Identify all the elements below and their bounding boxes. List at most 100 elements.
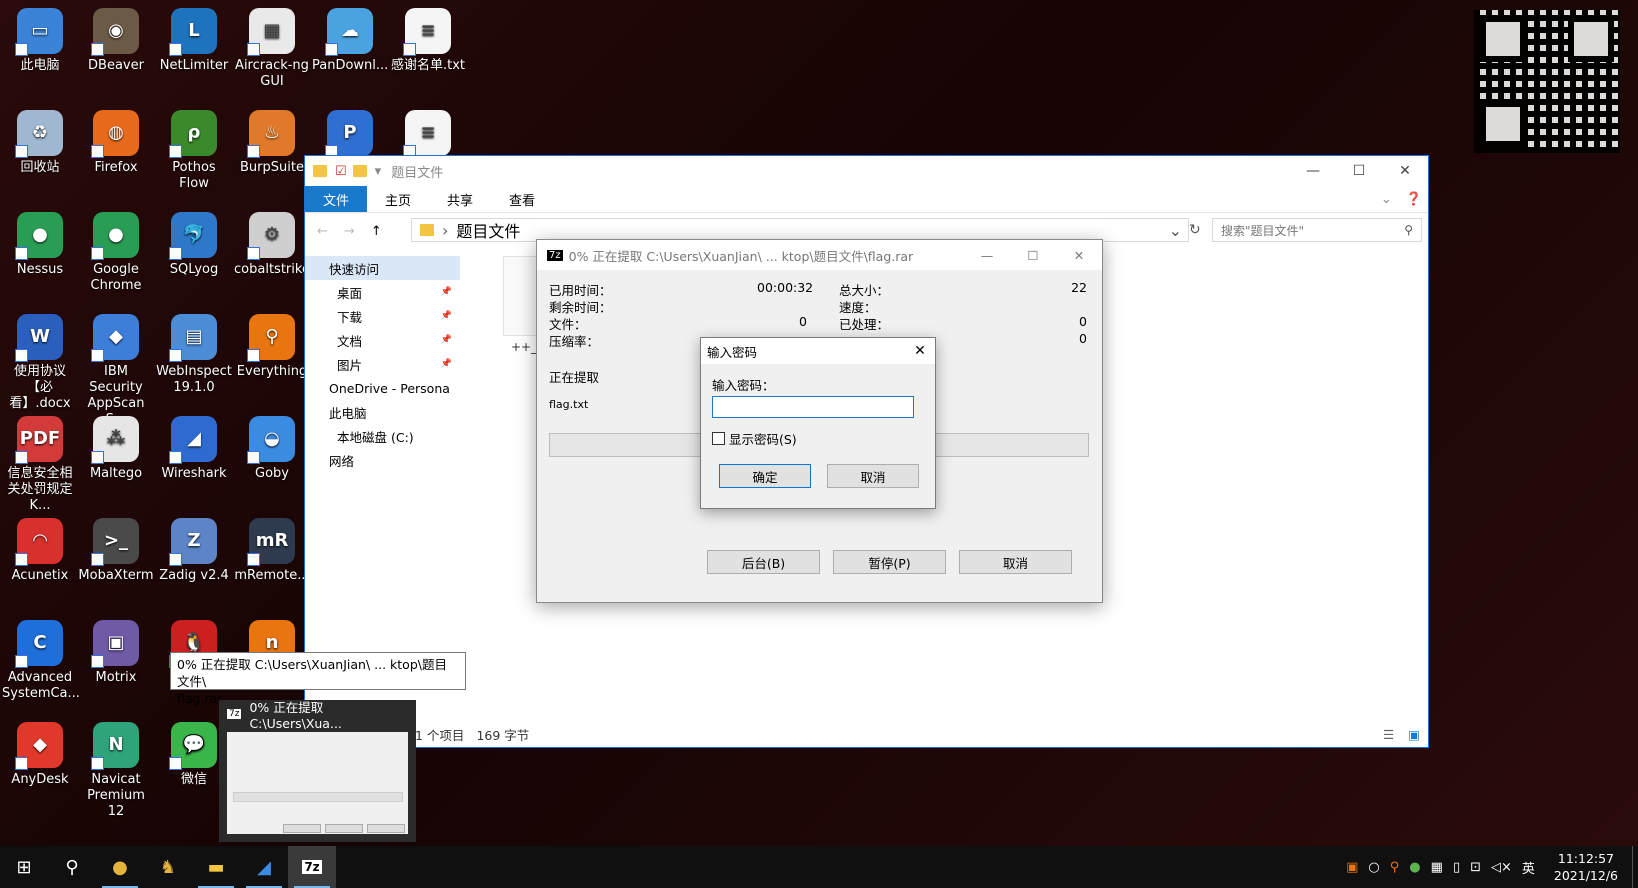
navigation-pane: 快速访问 桌面 📌 下载 📌 文档 📌 图片 📌 OneDrive - Persona 此电脑 本地磁… [305,256,460,472]
tab-home[interactable]: 主页 [367,186,429,212]
desktop-icon[interactable]: 🐬 SQLyog [156,212,232,278]
new-folder-icon[interactable] [352,165,367,177]
wireshark-taskbar-icon[interactable]: ◢ [240,846,288,888]
nav-item[interactable]: 图片 📌 [305,352,460,376]
usb-tray-icon[interactable]: ▯ [1453,860,1460,875]
app-tray-icon[interactable]: ▣ [1346,860,1358,875]
address-dropdown-icon[interactable]: ⌄ [1169,221,1182,240]
everything-tray-icon[interactable]: ⚲ [1390,860,1400,875]
refresh-icon[interactable]: ↻ [1189,222,1201,238]
desktop-icon[interactable]: ● Nessus [2,212,78,278]
close-button[interactable]: ✕ [1056,248,1102,263]
wechat-tray-icon[interactable]: ● [1409,860,1420,875]
file-explorer-taskbar-icon[interactable]: ▬ [192,846,240,888]
search-icon[interactable]: ⚲ [48,846,96,888]
desktop-icon[interactable]: ⁂ Maltego [78,416,154,482]
maximize-button[interactable]: ☐ [1010,248,1056,263]
desktop-icon[interactable]: ⚲ Everything [234,314,310,380]
desktop-icon[interactable]: ◠ Acunetix [2,518,78,584]
details-view-icon[interactable]: ☰ [1383,727,1394,742]
properties-icon[interactable]: ☑ [335,164,347,179]
cancel-button[interactable]: 取消 [827,464,919,488]
7zip-icon: 7z [547,249,563,261]
desktop-icon[interactable]: ≡ [390,110,466,160]
back-icon[interactable]: ← [317,224,328,239]
app-icon: P [325,110,373,158]
desktop-icon[interactable]: L NetLimiter [156,8,232,74]
pause-button[interactable]: 暂停(P) [833,550,946,574]
circle-tray-icon[interactable]: ○ [1368,860,1379,875]
desktop-icon[interactable]: ◍ Firefox [78,110,154,176]
desktop-icon[interactable]: ♨ BurpSuite [234,110,310,176]
ribbon-expand-icon[interactable]: ⌄ [1373,186,1400,212]
tab-file[interactable]: 文件 [305,186,368,212]
desktop-icon[interactable]: ● Google Chrome [78,212,154,294]
minimize-button[interactable]: — [964,248,1010,263]
background-button[interactable]: 后台(B) [707,550,820,574]
up-icon[interactable]: ↑ [371,224,382,239]
minimize-button[interactable]: — [1290,156,1336,186]
password-field[interactable] [712,396,914,418]
help-icon[interactable]: ❓ [1400,186,1428,212]
large-icons-view-icon[interactable]: ▣ [1408,727,1420,742]
desktop-icon-label: mRemote... [234,568,310,583]
desktop-icon[interactable]: ◉ DBeaver [78,8,154,74]
maximize-button[interactable]: ☐ [1336,156,1382,186]
desktop-icon[interactable]: ◆IBM Security AppScan S... [78,314,154,428]
ok-button[interactable]: 确定 [719,464,811,488]
desktop-icon[interactable]: ◢ Wireshark [156,416,232,482]
app-icon: 💬 [169,722,217,770]
tool-taskbar-icon[interactable]: ♞ [144,846,192,888]
nav-item[interactable]: 本地磁盘 (C:) [305,424,460,448]
desktop-icon[interactable]: ◒ Goby [234,416,310,482]
desktop-icon[interactable]: >_ MobaXterm [78,518,154,584]
quick-access-dropdown-icon[interactable]: ▾ [375,164,382,179]
nav-item[interactable]: 快速访问 [305,256,460,280]
7zip-taskbar-icon[interactable]: 7z [288,846,336,888]
desktop-icon[interactable]: P [312,110,388,160]
desktop-icon[interactable]: ▣ Motrix [78,620,154,686]
desktop-icon[interactable]: mR mRemote... [234,518,310,584]
nav-item[interactable]: 网络 [305,448,460,472]
chrome-taskbar-icon[interactable]: ● [96,846,144,888]
desktop-icon[interactable]: ☁ PanDownl... [312,8,388,74]
tab-view[interactable]: 查看 [491,186,553,212]
nav-item[interactable]: 文档 📌 [305,328,460,352]
show-password-option[interactable]: 显示密码(S) [712,429,797,448]
clock[interactable]: 11:12:57 2021/12/6 [1554,850,1618,884]
security-tray-icon[interactable]: ▦ [1431,860,1443,875]
desktop-icon[interactable]: ♻ 回收站 [2,110,78,176]
nav-item[interactable]: 桌面 📌 [305,280,460,304]
nav-item[interactable]: OneDrive - Persona [305,376,460,400]
item-size: 169 字节 [476,727,530,743]
desktop-icon[interactable]: W 使用协议【必看】.docx [2,314,78,412]
desktop-icon[interactable]: ρ Pothos Flow [156,110,232,192]
desktop-icon[interactable]: ▤ WebInspect 19.1.0 [156,314,232,396]
desktop-icon[interactable]: ⚙ cobaltstrike [234,212,310,278]
ime-indicator[interactable]: 英 [1522,858,1535,877]
desktop-icon[interactable]: C Advanced SystemCa... [2,620,80,702]
app-icon: ● [15,212,63,260]
volume-muted-icon[interactable]: ◁× [1491,860,1512,875]
desktop-icon[interactable]: PDF 信息安全相关处罚规定 K... [2,416,78,514]
show-password-checkbox[interactable] [712,432,725,445]
nav-item[interactable]: 此电脑 [305,400,460,424]
desktop-icon[interactable]: N Navicat Premium 12 [78,722,154,820]
nav-item-label: 图片 [337,357,363,373]
close-button[interactable]: ✕ [1382,156,1428,186]
network-tray-icon[interactable]: ⊡ [1470,860,1481,875]
tab-share[interactable]: 共享 [429,186,491,212]
forward-icon[interactable]: → [344,224,355,239]
taskbar-thumbnail-preview[interactable]: 7z 0% 正在提取 C:\Users\Xua... [219,700,416,842]
desktop-icon[interactable]: ≡ 感谢名单.txt [390,8,466,74]
close-button[interactable]: ✕ [905,343,935,359]
desktop-icon[interactable]: Z Zadig v2.4 [156,518,232,584]
show-desktop-button[interactable] [1632,846,1638,888]
start-button[interactable]: ⊞ [0,846,48,888]
cancel-extract-button[interactable]: 取消 [959,550,1072,574]
nav-item[interactable]: 下载 📌 [305,304,460,328]
search-input[interactable]: 搜索"题目文件" ⚲ [1212,218,1422,242]
desktop-icon[interactable]: ▭ 此电脑 [2,8,78,74]
desktop-icon[interactable]: ◆ AnyDesk [2,722,78,788]
desktop-icon[interactable]: ▦ Aircrack-ng GUI [234,8,310,90]
